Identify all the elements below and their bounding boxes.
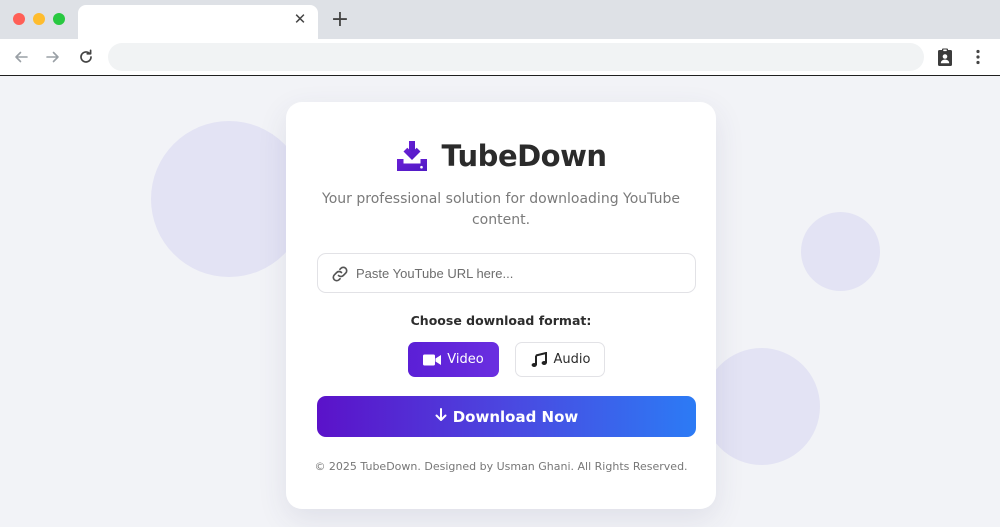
address-bar[interactable] xyxy=(108,43,924,71)
format-label: Choose download format: xyxy=(410,313,592,328)
video-format-label: Video xyxy=(447,352,484,367)
active-tab[interactable]: ✕ xyxy=(78,5,318,39)
url-input[interactable] xyxy=(356,254,686,292)
music-note-icon xyxy=(530,351,548,367)
arrow-down-icon xyxy=(435,407,447,426)
download-now-button[interactable]: Download Now xyxy=(317,396,696,437)
page-viewport: TubeDown Your professional solution for … xyxy=(0,77,1000,527)
forward-arrow-icon[interactable] xyxy=(43,47,63,67)
new-tab-button[interactable]: + xyxy=(330,8,350,32)
brand-header: TubeDown xyxy=(286,136,716,176)
browser-toolbar xyxy=(0,39,1000,76)
url-field[interactable] xyxy=(317,253,696,293)
app-tagline: Your professional solution for downloadi… xyxy=(322,191,680,228)
audio-format-button[interactable]: Audio xyxy=(515,342,605,377)
window-close-dot[interactable] xyxy=(13,13,25,25)
background-circle xyxy=(703,348,820,465)
footer-copyright: © 2025 TubeDown. Designed by Usman Ghani… xyxy=(314,460,688,473)
app-title: TubeDown xyxy=(441,139,607,173)
clipboard-account-icon[interactable] xyxy=(935,47,955,67)
window-minimize-dot[interactable] xyxy=(33,13,45,25)
download-icon xyxy=(395,139,429,173)
audio-format-label: Audio xyxy=(553,352,591,367)
video-format-button[interactable]: Video xyxy=(408,342,499,377)
tab-close-icon[interactable]: ✕ xyxy=(292,10,308,28)
tab-strip: ✕ + xyxy=(0,0,1000,39)
video-camera-icon xyxy=(423,353,442,367)
window-zoom-dot[interactable] xyxy=(53,13,65,25)
background-circle xyxy=(801,212,880,291)
link-icon xyxy=(331,265,349,283)
background-circle xyxy=(151,121,307,277)
downloader-card: TubeDown Your professional solution for … xyxy=(286,102,716,509)
more-vert-icon[interactable] xyxy=(968,47,988,67)
reload-icon[interactable] xyxy=(76,47,96,67)
download-now-label: Download Now xyxy=(452,407,579,426)
back-arrow-icon[interactable] xyxy=(11,47,31,67)
